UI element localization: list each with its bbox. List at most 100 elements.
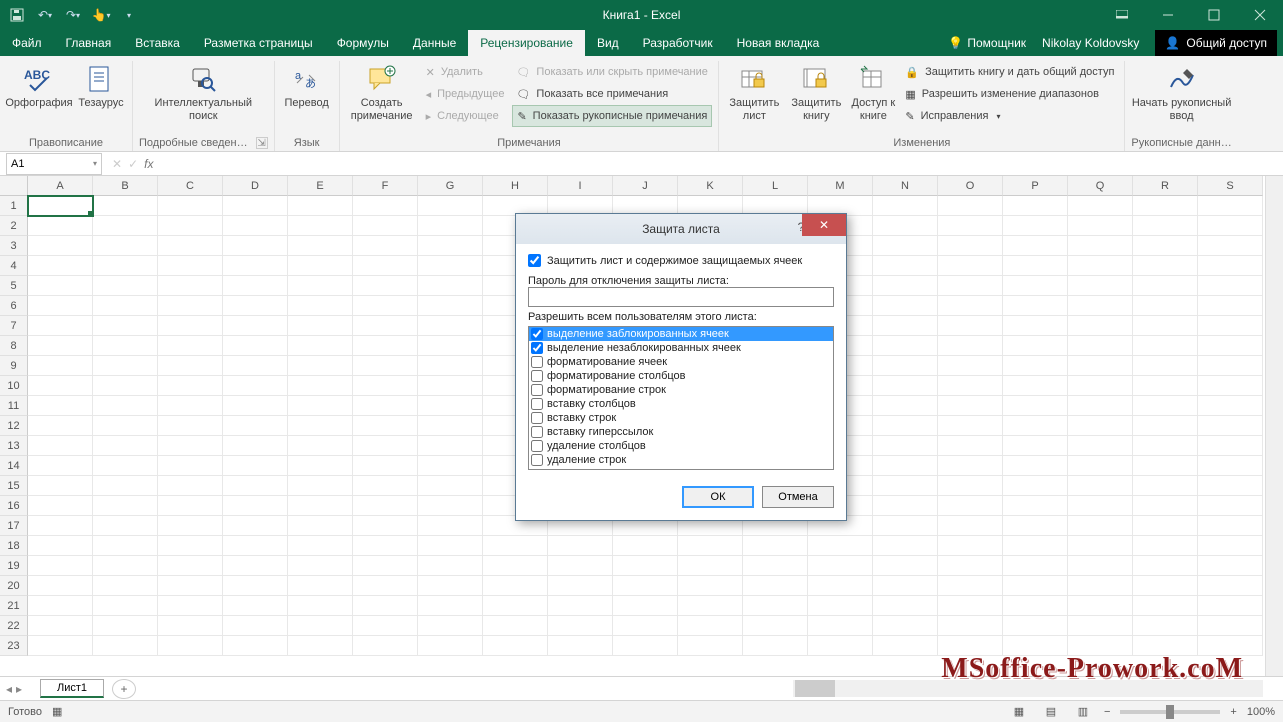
save-icon[interactable]: [8, 6, 26, 24]
touch-mode-icon[interactable]: 👆▾: [92, 6, 110, 24]
cell[interactable]: [418, 596, 483, 616]
cell[interactable]: [158, 536, 223, 556]
cell[interactable]: [223, 216, 288, 236]
cell[interactable]: [158, 256, 223, 276]
cell[interactable]: [873, 276, 938, 296]
cell[interactable]: [28, 616, 93, 636]
spelling-button[interactable]: ABC Орфография: [6, 61, 72, 110]
column-header[interactable]: Q: [1068, 176, 1133, 196]
cell[interactable]: [808, 536, 873, 556]
cell[interactable]: [158, 196, 223, 216]
cell[interactable]: [28, 576, 93, 596]
smart-lookup-button[interactable]: Интеллектуальный поиск: [148, 61, 258, 122]
namebox[interactable]: A1▾: [6, 153, 102, 175]
cell[interactable]: [28, 556, 93, 576]
cell[interactable]: [1198, 336, 1263, 356]
cell[interactable]: [678, 616, 743, 636]
cell[interactable]: [353, 596, 418, 616]
cell[interactable]: [1068, 236, 1133, 256]
cell[interactable]: [353, 296, 418, 316]
permission-checkbox[interactable]: [531, 328, 543, 340]
cell[interactable]: [158, 556, 223, 576]
cell[interactable]: [938, 256, 1003, 276]
cell[interactable]: [93, 216, 158, 236]
cell[interactable]: [938, 596, 1003, 616]
cell[interactable]: [1003, 296, 1068, 316]
user-name[interactable]: Nikolay Koldovsky: [1034, 36, 1147, 50]
cell[interactable]: [873, 296, 938, 316]
cell[interactable]: [223, 356, 288, 376]
cell[interactable]: [483, 596, 548, 616]
cell[interactable]: [1133, 476, 1198, 496]
show-all-comments-button[interactable]: 🗨Показать все примечания: [512, 83, 712, 105]
zoom-in-icon[interactable]: +: [1230, 706, 1236, 718]
cell[interactable]: [353, 636, 418, 656]
cell[interactable]: [418, 376, 483, 396]
cell[interactable]: [938, 636, 1003, 656]
cell[interactable]: [1068, 416, 1133, 436]
cell[interactable]: [1133, 576, 1198, 596]
cell[interactable]: [1068, 336, 1133, 356]
cell[interactable]: [873, 376, 938, 396]
cell[interactable]: [938, 496, 1003, 516]
cell[interactable]: [158, 356, 223, 376]
cell[interactable]: [28, 376, 93, 396]
redo-icon[interactable]: ↷▾: [64, 6, 82, 24]
tab-insert[interactable]: Вставка: [123, 30, 192, 56]
cancel-formula-icon[interactable]: ✕: [112, 157, 122, 171]
cell[interactable]: [1198, 536, 1263, 556]
cell[interactable]: [1198, 496, 1263, 516]
cell[interactable]: [418, 456, 483, 476]
cell[interactable]: [1133, 496, 1198, 516]
cell[interactable]: [158, 436, 223, 456]
cell[interactable]: [288, 336, 353, 356]
cell[interactable]: [938, 316, 1003, 336]
permission-checkbox[interactable]: [531, 370, 543, 382]
cell[interactable]: [288, 236, 353, 256]
cell[interactable]: [353, 476, 418, 496]
cell[interactable]: [743, 556, 808, 576]
cell[interactable]: [873, 236, 938, 256]
cell[interactable]: [158, 276, 223, 296]
cell[interactable]: [1133, 616, 1198, 636]
cell[interactable]: [288, 256, 353, 276]
cell[interactable]: [1003, 456, 1068, 476]
cell[interactable]: [28, 516, 93, 536]
cell[interactable]: [158, 636, 223, 656]
row-header[interactable]: 23: [0, 636, 28, 656]
cell[interactable]: [1003, 356, 1068, 376]
cell[interactable]: [353, 356, 418, 376]
tab-data[interactable]: Данные: [401, 30, 468, 56]
minimize-icon[interactable]: [1145, 0, 1191, 30]
cell[interactable]: [288, 196, 353, 216]
cell[interactable]: [288, 376, 353, 396]
cell[interactable]: [1198, 616, 1263, 636]
cell[interactable]: [1198, 196, 1263, 216]
cell[interactable]: [1198, 556, 1263, 576]
cell[interactable]: [678, 636, 743, 656]
permission-item[interactable]: выделение незаблокированных ячеек: [529, 341, 833, 355]
cell[interactable]: [548, 536, 613, 556]
cell[interactable]: [223, 476, 288, 496]
cell[interactable]: [418, 296, 483, 316]
dialog-close-icon[interactable]: ✕: [802, 214, 846, 236]
cell[interactable]: [158, 236, 223, 256]
cell[interactable]: [1198, 596, 1263, 616]
cell[interactable]: [1003, 616, 1068, 636]
row-header[interactable]: 12: [0, 416, 28, 436]
macro-record-icon[interactable]: ▦: [52, 705, 62, 718]
cell[interactable]: [1068, 456, 1133, 476]
tell-me[interactable]: 💡Помощник: [948, 36, 1026, 50]
share-workbook-button[interactable]: Доступ к книге: [849, 61, 897, 122]
cell[interactable]: [93, 516, 158, 536]
cell[interactable]: [808, 616, 873, 636]
permission-item[interactable]: вставку строк: [529, 411, 833, 425]
cell[interactable]: [483, 636, 548, 656]
ok-button[interactable]: ОК: [682, 486, 754, 508]
zoom-out-icon[interactable]: −: [1104, 706, 1110, 718]
cell[interactable]: [873, 616, 938, 636]
tab-view[interactable]: Вид: [585, 30, 631, 56]
cell[interactable]: [1133, 416, 1198, 436]
thesaurus-button[interactable]: Тезаурус: [76, 61, 126, 110]
cell[interactable]: [353, 336, 418, 356]
